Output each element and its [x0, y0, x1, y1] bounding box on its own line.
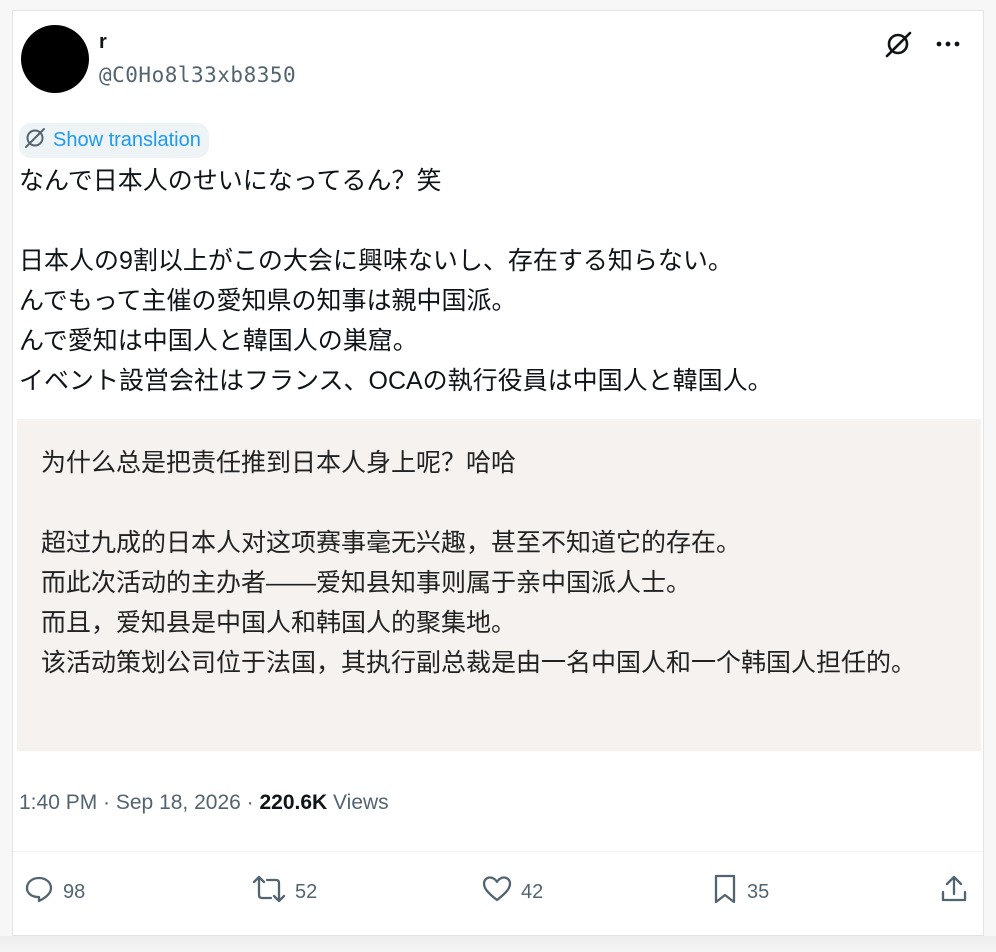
- translated-text: 为什么总是把责任推到日本人身上呢？哈哈 超过九成的日本人对这项赛事毫无兴趣，甚至…: [41, 449, 917, 677]
- timestamp[interactable]: 1:40 PM · Sep 18, 2026 ·: [19, 791, 259, 814]
- retweet-icon: [251, 873, 287, 911]
- more-icon[interactable]: [935, 40, 961, 48]
- retweet-count: 52: [295, 880, 318, 903]
- action-bar: 98 52 42 35: [13, 873, 983, 913]
- tweet-top-actions: [883, 29, 961, 59]
- like-count: 42: [521, 880, 544, 903]
- avatar[interactable]: [21, 25, 89, 93]
- like-button[interactable]: 42: [481, 873, 543, 911]
- retweet-button[interactable]: 52: [251, 873, 317, 911]
- bookmark-button[interactable]: 35: [711, 873, 769, 911]
- tweet-card: r @C0Ho8l33xb8350 Show translation なんで日本…: [12, 10, 984, 936]
- tweet-text: なんで日本人のせいになってるん？笑 日本人の9割以上がこの大会に興味ないし、存在…: [19, 167, 773, 395]
- translate-icon: [23, 126, 47, 155]
- reply-button[interactable]: 98: [23, 873, 85, 911]
- views-label: Views: [327, 791, 389, 814]
- share-button[interactable]: [939, 873, 969, 911]
- translation-box: 为什么总是把责任推到日本人身上呢？哈哈 超过九成的日本人对这项赛事毫无兴趣，甚至…: [17, 419, 981, 751]
- tweet-meta: 1:40 PM · Sep 18, 2026 · 220.6K Views: [19, 791, 389, 815]
- reply-count: 98: [63, 880, 86, 903]
- divider: [13, 851, 983, 852]
- reply-icon: [23, 873, 55, 911]
- like-icon: [481, 873, 513, 911]
- bottom-strip: [0, 936, 996, 952]
- share-icon: [939, 873, 969, 911]
- bookmark-icon: [711, 873, 739, 911]
- show-translation-button[interactable]: Show translation: [19, 123, 209, 158]
- user-handle[interactable]: @C0Ho8l33xb8350: [99, 63, 296, 87]
- grok-icon[interactable]: [883, 29, 913, 59]
- views-count: 220.6K: [259, 791, 328, 814]
- show-translation-label: Show translation: [53, 129, 201, 151]
- bookmark-count: 35: [747, 880, 770, 903]
- display-name[interactable]: r: [99, 31, 107, 54]
